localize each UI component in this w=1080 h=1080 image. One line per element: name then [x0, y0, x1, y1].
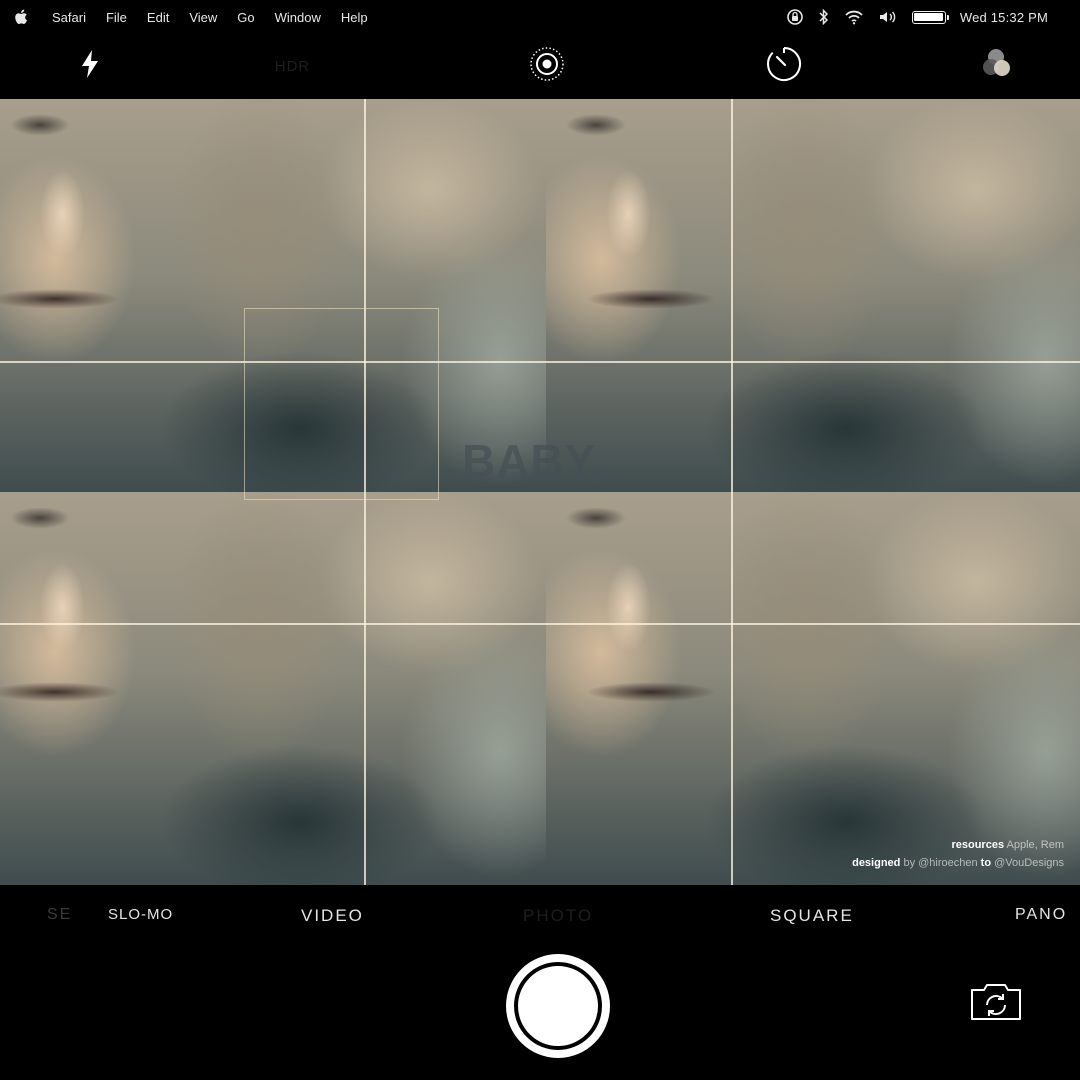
grid-line-vertical: [731, 99, 733, 885]
focus-indicator: [244, 308, 439, 500]
menu-safari[interactable]: Safari: [52, 10, 86, 25]
bluetooth-icon[interactable]: [818, 8, 830, 26]
preview-highlight: [40, 562, 85, 652]
preview-highlight: [606, 169, 651, 259]
credits: resources Apple, Rem designed by @hiroec…: [852, 836, 1064, 872]
preview-tile: [546, 99, 1080, 492]
mode-slo-mo[interactable]: SLO-MO: [108, 906, 173, 923]
menu-edit[interactable]: Edit: [147, 10, 169, 25]
filters-button[interactable]: [975, 34, 1019, 99]
credits-recipient: @VouDesigns: [994, 857, 1064, 869]
credits-designed-line: designed by @hiroechen to @VouDesigns: [852, 854, 1064, 872]
camera-top-toolbar: HDR: [0, 34, 1080, 99]
switch-camera-button[interactable]: [968, 981, 1024, 1023]
menu-window[interactable]: Window: [275, 10, 321, 25]
mode-video[interactable]: VIDEO: [301, 906, 364, 926]
preview-eye-shade: [10, 507, 70, 529]
credits-resources-label: resources: [951, 839, 1005, 851]
timer-icon: [765, 45, 803, 88]
menu-help[interactable]: Help: [341, 10, 368, 25]
camera-mode-selector: SE SLO-MO VIDEO PHOTO SQUARE PANO: [0, 885, 1080, 945]
mode-photo[interactable]: PHOTO: [523, 906, 593, 926]
camera-bottom-bar: [0, 945, 1080, 1080]
wifi-icon[interactable]: [844, 9, 864, 25]
shutter-button[interactable]: [506, 954, 610, 1058]
rotation-lock-icon[interactable]: [786, 8, 804, 26]
flash-button[interactable]: [70, 34, 110, 99]
credits-resources-line: resources Apple, Rem: [852, 836, 1064, 854]
preview-eye-shade: [566, 507, 626, 529]
preview-eye-shade: [10, 114, 70, 136]
preview-tile: [546, 492, 1080, 885]
preview-lips-shade: [0, 289, 120, 309]
battery-fill: [914, 13, 944, 21]
preview-lips-shade: [586, 682, 716, 702]
timer-button[interactable]: [762, 34, 806, 99]
credits-designed-label: designed: [852, 857, 901, 869]
preview-lips-shade: [586, 289, 716, 309]
live-photo-icon: [529, 46, 565, 87]
apple-menu-icon[interactable]: [14, 9, 32, 25]
menu-view[interactable]: View: [189, 10, 217, 25]
preview-highlight: [606, 562, 651, 652]
grid-line-horizontal: [0, 623, 1080, 625]
grid-line-horizontal: [0, 361, 1080, 363]
shutter-inner-ring: [514, 962, 602, 1050]
camera-viewfinder[interactable]: BABY, resources Apple, Rem designed by @…: [0, 99, 1080, 885]
filters-icon: [979, 46, 1015, 87]
status-area: Wed 15:32 PM: [786, 0, 1048, 34]
flash-icon: [79, 49, 101, 84]
mode-pano[interactable]: PANO: [1015, 906, 1067, 924]
credits-to-label: to: [980, 857, 992, 869]
switch-camera-icon: [968, 984, 1024, 1027]
mode-timelapse[interactable]: SE: [47, 906, 72, 924]
preview-tile: [0, 492, 546, 885]
mode-square[interactable]: SQUARE: [770, 906, 854, 926]
hdr-button[interactable]: HDR: [255, 34, 330, 99]
preview-highlight: [40, 169, 85, 259]
credits-designer: by @hiroechen: [903, 857, 978, 869]
menu-file[interactable]: File: [106, 10, 127, 25]
live-photo-button[interactable]: [525, 34, 569, 99]
menu-bar: Safari File Edit View Go Window Help Wed…: [0, 0, 1080, 34]
volume-icon[interactable]: [878, 9, 898, 25]
preview-lips-shade: [0, 682, 120, 702]
preview-eye-shade: [566, 114, 626, 136]
menu-go[interactable]: Go: [237, 10, 254, 25]
credits-resources-value: Apple, Rem: [1006, 839, 1064, 851]
battery-icon[interactable]: [911, 10, 949, 24]
overlay-caption: BABY,: [462, 435, 606, 487]
menu-clock[interactable]: Wed 15:32 PM: [960, 10, 1048, 25]
